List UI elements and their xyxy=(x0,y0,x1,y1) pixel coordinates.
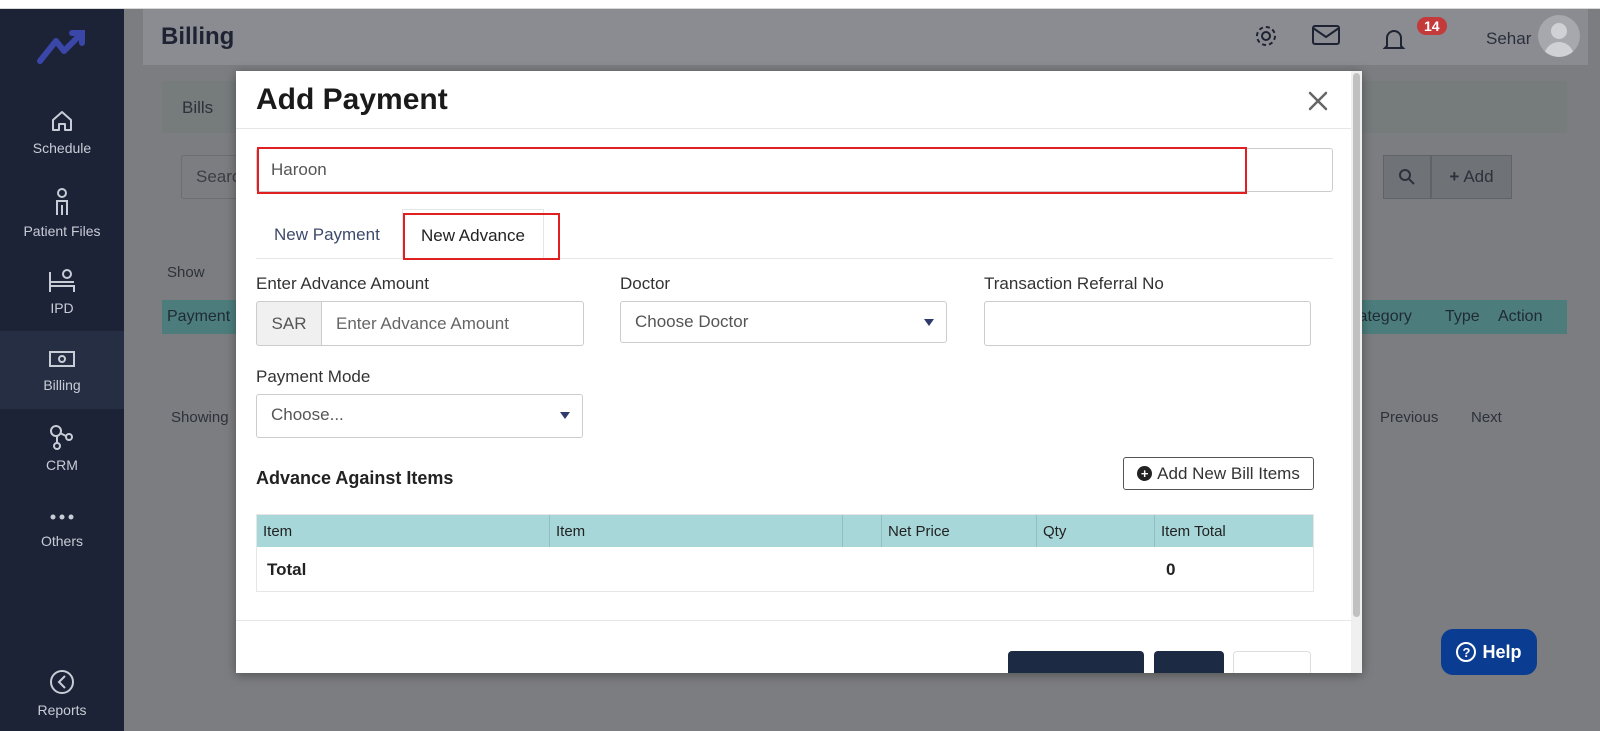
add-items-label: Add New Bill Items xyxy=(1157,463,1300,483)
gear-icon[interactable] xyxy=(1253,23,1279,49)
browser-top-line xyxy=(0,0,1600,9)
patient-search-input[interactable]: Haroon xyxy=(256,148,1333,192)
question-icon: ? xyxy=(1456,642,1477,662)
user-name[interactable]: Sehar xyxy=(1486,29,1531,49)
bed-icon xyxy=(49,269,75,292)
referral-input[interactable] xyxy=(984,301,1311,346)
sidebar-item-label: Patient Files xyxy=(23,223,101,239)
help-button[interactable]: ? Help xyxy=(1441,629,1537,675)
column-header: Qty xyxy=(1037,515,1155,547)
total-value: 0 xyxy=(1166,560,1176,579)
tab-new-payment[interactable]: New Payment xyxy=(256,209,398,259)
column-header: Type xyxy=(1445,308,1480,325)
add-payment-modal: Add Payment Haroon New Payment New Advan… xyxy=(236,71,1362,673)
notification-badge: 14 xyxy=(1417,17,1447,35)
referral-label: Transaction Referral No xyxy=(984,274,1164,293)
home-icon xyxy=(52,111,72,131)
advance-items-title: Advance Against Items xyxy=(256,468,454,488)
sidebar-item-label: IPD xyxy=(50,300,74,316)
search-icon xyxy=(1399,169,1415,185)
sidebar-item-patient-files[interactable]: Patient Files xyxy=(0,174,124,252)
page-title: Billing xyxy=(161,23,235,50)
add-new-bill-items-button[interactable]: + Add New Bill Items xyxy=(1123,457,1314,490)
chevron-down-icon xyxy=(560,412,570,419)
column-header: Action xyxy=(1498,308,1543,325)
payment-tabs: New Payment New Advance xyxy=(256,209,1333,259)
tab-bills[interactable]: Bills xyxy=(182,98,213,118)
background-search-input[interactable]: Searc xyxy=(181,155,241,199)
sidebar: Schedule Patient Files IPD Billing CRM O… xyxy=(0,9,124,731)
sidebar-item-billing[interactable]: Billing xyxy=(0,331,124,409)
tab-new-advance[interactable]: New Advance xyxy=(402,209,544,259)
modal-title: Add Payment xyxy=(256,83,448,116)
column-header: Item xyxy=(550,515,843,547)
plus-icon: + xyxy=(1449,167,1460,186)
page-header: Billing 14 Sehar xyxy=(143,9,1588,65)
previous-link[interactable]: Previous xyxy=(1380,409,1438,426)
bell-icon[interactable] xyxy=(1381,27,1407,53)
currency-addon: SAR xyxy=(256,301,322,346)
sidebar-item-label: Reports xyxy=(37,702,87,718)
network-icon xyxy=(50,425,73,450)
items-total-row: Total 0 xyxy=(257,547,1313,591)
doctor-label: Doctor xyxy=(620,274,671,293)
sidebar-item-label: Billing xyxy=(43,377,81,393)
sidebar-item-label: Schedule xyxy=(32,140,92,156)
sidebar-item-others[interactable]: Others xyxy=(0,489,124,567)
doctor-select-value: Choose Doctor xyxy=(635,312,749,331)
payment-mode-label: Payment Mode xyxy=(256,367,371,386)
plus-circle-icon: + xyxy=(1137,466,1153,481)
app-logo-icon[interactable] xyxy=(36,27,88,67)
sidebar-item-crm[interactable]: CRM xyxy=(0,409,124,487)
total-label: Total xyxy=(267,560,307,579)
items-table-header: Item Item Net Price Qty Item Total xyxy=(257,515,1313,547)
show-label: Show xyxy=(167,264,205,281)
close-icon[interactable] xyxy=(1306,89,1330,113)
showing-label: Showing xyxy=(171,409,229,426)
help-label: Help xyxy=(1482,641,1522,662)
column-header: Payment xyxy=(167,308,231,325)
advance-amount-label: Enter Advance Amount xyxy=(256,274,429,293)
advance-amount-input[interactable]: Enter Advance Amount xyxy=(321,301,584,346)
footer-primary-button[interactable] xyxy=(1008,651,1144,673)
modal-header: Add Payment xyxy=(236,71,1351,129)
modal-footer-divider xyxy=(236,620,1351,621)
column-header: Net Price xyxy=(882,515,1037,547)
mail-icon[interactable] xyxy=(1311,23,1341,47)
add-label: Add xyxy=(1463,167,1494,186)
background-add-button[interactable]: + Add xyxy=(1431,155,1512,199)
modal-scrollbar[interactable] xyxy=(1351,71,1362,673)
money-icon xyxy=(49,351,75,367)
advance-items-table: Item Item Net Price Qty Item Total Total… xyxy=(256,514,1314,592)
sidebar-item-label: CRM xyxy=(46,457,78,473)
chevron-down-icon xyxy=(924,319,934,326)
sidebar-item-reports[interactable]: Reports xyxy=(0,654,124,731)
column-header: Item xyxy=(257,515,550,547)
payment-mode-value: Choose... xyxy=(271,405,344,424)
scrollbar-thumb[interactable] xyxy=(1353,73,1360,617)
footer-secondary-button[interactable] xyxy=(1154,651,1224,673)
background-search-button[interactable] xyxy=(1383,155,1431,199)
sidebar-item-ipd[interactable]: IPD xyxy=(0,253,124,331)
avatar[interactable] xyxy=(1538,15,1580,57)
column-header: Item Total xyxy=(1161,523,1226,540)
sidebar-item-schedule[interactable]: Schedule xyxy=(0,93,124,171)
sidebar-item-label: Others xyxy=(40,533,83,549)
payment-mode-select[interactable]: Choose... xyxy=(256,394,583,438)
next-link[interactable]: Next xyxy=(1471,409,1502,426)
column-header xyxy=(843,515,882,547)
person-icon xyxy=(56,188,68,215)
dots-icon xyxy=(50,514,74,520)
footer-cancel-button[interactable] xyxy=(1233,651,1311,673)
doctor-select[interactable]: Choose Doctor xyxy=(620,301,947,343)
chart-icon xyxy=(50,670,74,694)
